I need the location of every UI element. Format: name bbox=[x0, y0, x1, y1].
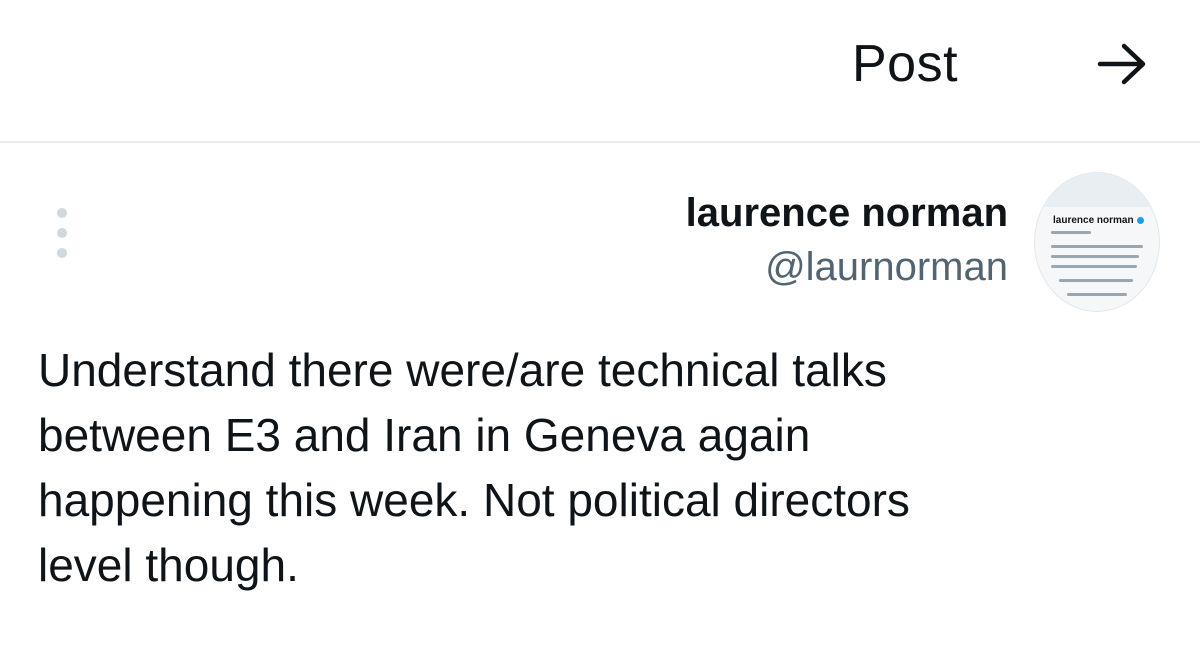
post-author[interactable]: laurence norman @laurnorman bbox=[686, 186, 1008, 294]
verified-badge-icon bbox=[1136, 216, 1144, 224]
avatar-banner bbox=[1035, 173, 1159, 207]
more-dot bbox=[57, 228, 67, 238]
avatar-text-line bbox=[1051, 245, 1143, 248]
post-text-line: Understand there were/are technical talk… bbox=[38, 344, 887, 396]
avatar[interactable]: laurence norman bbox=[1034, 172, 1160, 312]
post-header: Post bbox=[0, 0, 1200, 143]
more-vertical-icon[interactable] bbox=[50, 208, 74, 258]
avatar-text-line bbox=[1067, 293, 1127, 296]
more-dot bbox=[57, 208, 67, 218]
author-handle[interactable]: @laurnorman bbox=[686, 240, 1008, 294]
avatar-profile-name-text: laurence norman bbox=[1053, 215, 1134, 226]
author-name[interactable]: laurence norman bbox=[686, 186, 1008, 240]
arrow-right-icon[interactable] bbox=[1094, 40, 1150, 88]
page-title: Post bbox=[852, 35, 959, 93]
more-dot bbox=[57, 248, 67, 258]
post-text-line: level though. bbox=[38, 539, 299, 591]
avatar-profile-name: laurence norman bbox=[1053, 215, 1144, 226]
post-text-line: between E3 and Iran in Geneva again bbox=[38, 409, 811, 461]
avatar-text-line bbox=[1059, 279, 1133, 282]
avatar-text-line bbox=[1051, 265, 1137, 268]
post-text-line: happening this week. Not political direc… bbox=[38, 474, 910, 526]
avatar-text-line bbox=[1051, 231, 1091, 234]
avatar-text-line bbox=[1051, 255, 1139, 258]
post-text: Understand there were/are technical talk… bbox=[38, 338, 1168, 598]
